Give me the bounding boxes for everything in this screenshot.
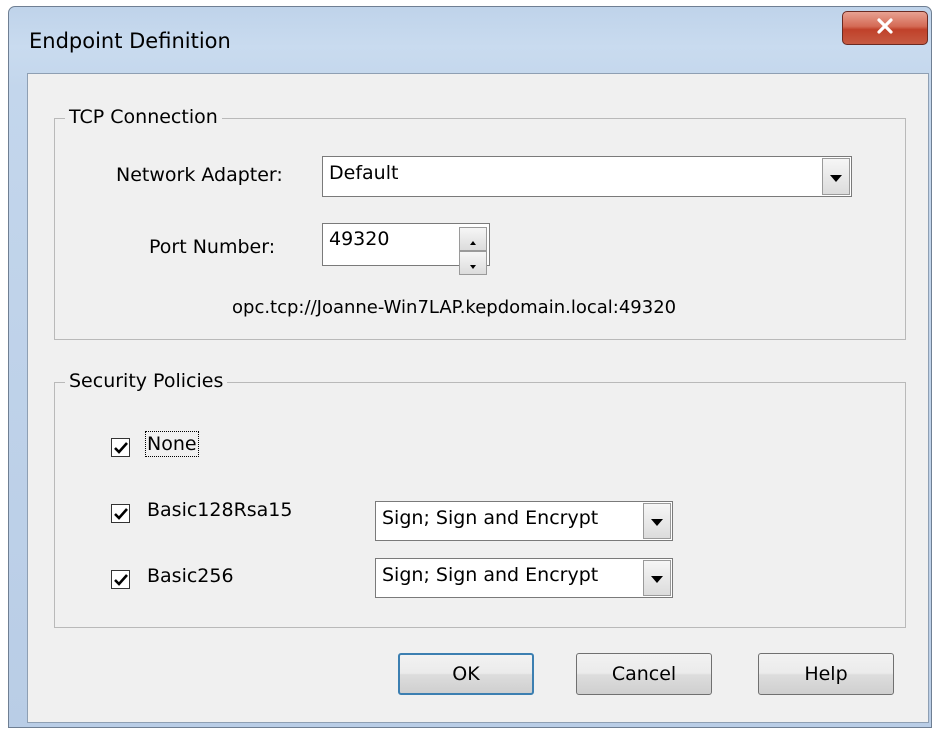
network-adapter-label: Network Adapter: <box>116 164 283 186</box>
dialog-client-area: TCP Connection Network Adapter: Default … <box>27 73 929 723</box>
cancel-button[interactable]: Cancel <box>576 653 712 695</box>
checkbox-basic128rsa15[interactable] <box>111 504 130 523</box>
spin-up-icon <box>470 228 476 250</box>
window-title: Endpoint Definition <box>29 29 231 53</box>
chevron-down-icon <box>830 166 842 188</box>
spin-down-button[interactable] <box>459 251 487 275</box>
port-spin-buttons <box>459 227 487 275</box>
port-number-value: 49320 <box>329 228 390 250</box>
checkmark-icon <box>113 503 128 525</box>
spin-up-button[interactable] <box>459 227 487 251</box>
ok-button[interactable]: OK <box>398 653 534 695</box>
spin-down-icon <box>470 252 476 274</box>
checkmark-icon <box>113 569 128 591</box>
policy-none-label[interactable]: None <box>145 431 199 457</box>
port-number-stepper[interactable]: 49320 <box>322 223 490 275</box>
basic256-dropdown-button[interactable] <box>643 560 671 596</box>
security-policies-group: Security Policies None Basic128Rsa15 Sig… <box>54 370 906 628</box>
checkmark-icon <box>113 437 128 459</box>
basic128rsa15-dropdown-button[interactable] <box>643 503 671 539</box>
basic256-mode-select[interactable]: Sign; Sign and Encrypt <box>375 558 673 598</box>
network-adapter-dropdown-button[interactable] <box>822 158 850 195</box>
policy-basic256-label: Basic256 <box>147 565 234 587</box>
endpoint-url: opc.tcp://Joanne-Win7LAP.kepdomain.local… <box>232 297 677 318</box>
close-icon <box>874 17 896 40</box>
checkbox-basic256[interactable] <box>111 570 130 589</box>
chevron-down-icon <box>651 510 663 532</box>
tcp-connection-label: TCP Connection <box>65 106 222 128</box>
checkbox-none[interactable] <box>111 438 130 457</box>
policy-basic128rsa15-label: Basic128Rsa15 <box>147 499 293 521</box>
tcp-connection-group: TCP Connection Network Adapter: Default … <box>54 106 906 340</box>
dialog-window: Endpoint Definition TCP Connection Netwo… <box>8 6 932 728</box>
basic128rsa15-mode-value: Sign; Sign and Encrypt <box>382 507 599 529</box>
security-policies-label: Security Policies <box>65 370 228 392</box>
network-adapter-select[interactable]: Default <box>322 156 852 197</box>
help-button[interactable]: Help <box>758 653 894 695</box>
basic256-mode-value: Sign; Sign and Encrypt <box>382 564 599 586</box>
network-adapter-value: Default <box>329 162 399 184</box>
close-button[interactable] <box>842 11 928 45</box>
chevron-down-icon <box>651 567 663 589</box>
port-number-label: Port Number: <box>149 236 276 258</box>
basic128rsa15-mode-select[interactable]: Sign; Sign and Encrypt <box>375 501 673 541</box>
